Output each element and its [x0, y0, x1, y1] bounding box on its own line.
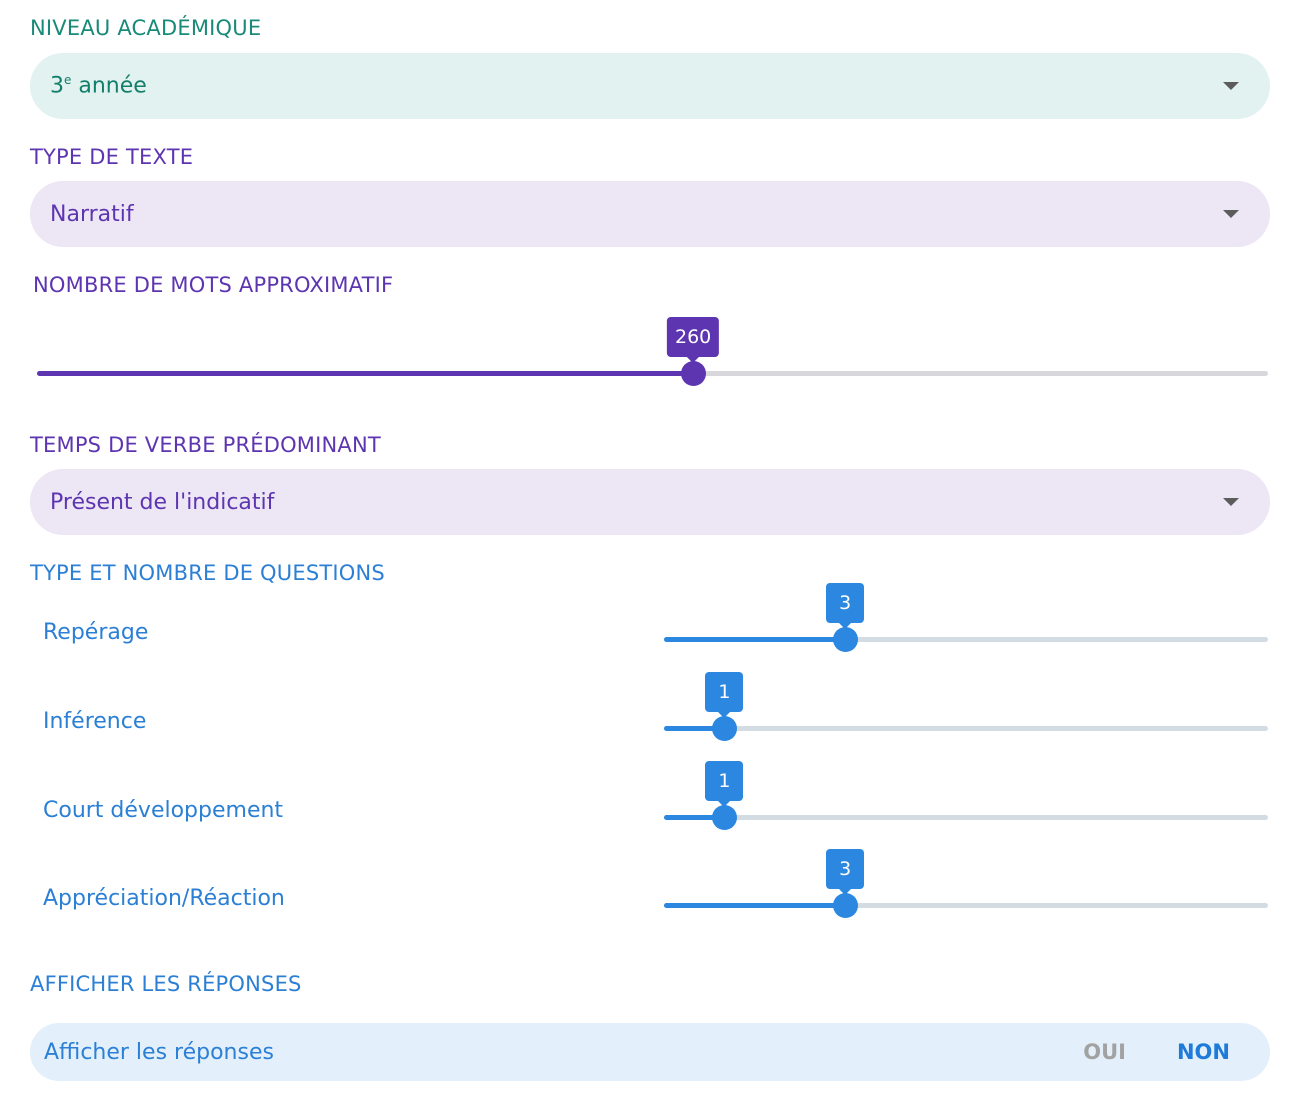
reponses-toggle-row: Afficher les réponses OUI NON	[30, 1023, 1270, 1081]
slider-thumb[interactable]	[680, 361, 706, 386]
caret-down-icon	[1223, 210, 1239, 218]
slider-thumb[interactable]	[711, 805, 737, 830]
slider-track	[664, 815, 1268, 820]
slider-value-bubble: 1	[705, 761, 744, 807]
temps-verbe-label: TEMPS DE VERBE PRÉDOMINANT	[30, 433, 381, 457]
slider-fill	[664, 903, 846, 908]
niveau-select[interactable]: 3e année	[30, 53, 1270, 119]
question-court-developpement-label: Court développement	[43, 798, 284, 823]
temps-verbe-select[interactable]: Présent de l'indicatif	[30, 469, 1270, 535]
option-oui-button[interactable]: OUI	[1083, 1023, 1126, 1081]
question-inference-label: Inférence	[43, 709, 147, 734]
temps-verbe-value: Présent de l'indicatif	[50, 489, 275, 515]
slider-thumb[interactable]	[711, 716, 737, 741]
slider-value-bubble: 1	[705, 672, 744, 718]
niveau-label: NIVEAU ACADÉMIQUE	[30, 16, 262, 40]
slider-track	[664, 726, 1268, 731]
option-non-button[interactable]: NON	[1177, 1023, 1230, 1081]
slider-value-bubble: 3	[826, 583, 865, 629]
court-developpement-slider[interactable]: 1	[664, 761, 1268, 837]
niveau-value: 3e année	[50, 73, 147, 99]
nombre-mots-label: NOMBRE DE MOTS APPROXIMATIF	[33, 273, 394, 297]
reponses-row-label: Afficher les réponses	[44, 1039, 274, 1065]
slider-fill	[664, 637, 846, 642]
reponses-label: AFFICHER LES RÉPONSES	[30, 972, 302, 996]
question-reperage-label: Repérage	[43, 620, 149, 645]
type-texte-select[interactable]: Narratif	[30, 181, 1270, 247]
slider-value-bubble: 260	[666, 317, 720, 363]
type-texte-value: Narratif	[50, 201, 134, 227]
caret-down-icon	[1223, 498, 1239, 506]
reperage-slider[interactable]: 3	[664, 583, 1268, 659]
nombre-mots-slider[interactable]: 260	[37, 317, 1268, 393]
slider-value-bubble: 3	[826, 849, 865, 895]
form-page: NIVEAU ACADÉMIQUE 3e année TYPE DE TEXTE…	[0, 0, 1289, 1098]
appreciation-slider[interactable]: 3	[664, 849, 1268, 925]
inference-slider[interactable]: 1	[664, 672, 1268, 748]
slider-thumb[interactable]	[832, 893, 858, 918]
slider-fill	[37, 371, 694, 376]
slider-thumb[interactable]	[832, 627, 858, 652]
type-texte-label: TYPE DE TEXTE	[30, 145, 194, 169]
caret-down-icon	[1223, 82, 1239, 90]
questions-label: TYPE ET NOMBRE DE QUESTIONS	[30, 561, 385, 585]
question-appreciation-label: Appréciation/Réaction	[43, 886, 285, 911]
